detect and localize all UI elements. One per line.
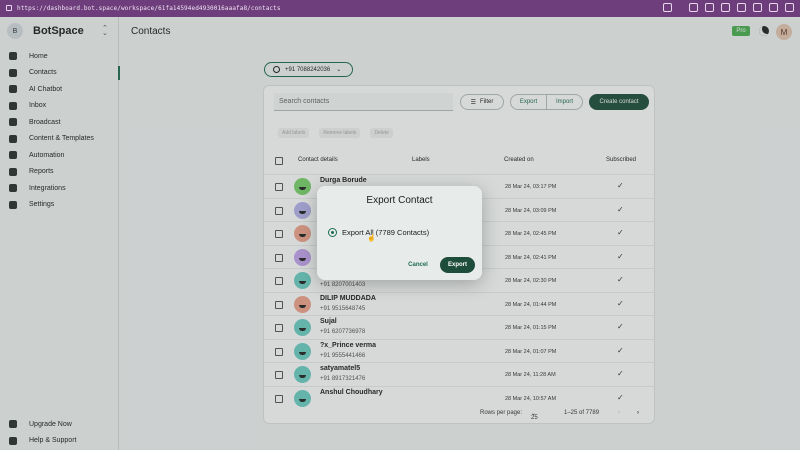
cancel-button[interactable]: Cancel	[400, 259, 436, 271]
export-all-label[interactable]: Export All (7789 Contacts)	[342, 228, 429, 237]
export-confirm-button[interactable]: Export	[440, 257, 475, 273]
reader-icon[interactable]	[737, 3, 746, 12]
export-contact-dialog: Export Contact Export All (7789 Contacts…	[317, 186, 482, 280]
dialog-title: Export Contact	[366, 195, 433, 206]
address-bar[interactable]: https://dashboard.bot.space/workspace/61…	[17, 5, 281, 12]
extension-icon[interactable]	[689, 3, 698, 12]
browser-actions	[663, 3, 794, 12]
save-icon[interactable]	[705, 3, 714, 12]
export-all-radio[interactable]	[328, 228, 337, 237]
settings-icon[interactable]	[785, 3, 794, 12]
cursor-icon: ☝	[367, 235, 376, 242]
print-icon[interactable]	[721, 3, 730, 12]
target-icon[interactable]	[753, 3, 762, 12]
link-icon[interactable]	[663, 3, 672, 12]
code-icon[interactable]	[769, 3, 778, 12]
lock-icon	[6, 5, 12, 11]
browser-toolbar: https://dashboard.bot.space/workspace/61…	[0, 0, 800, 17]
